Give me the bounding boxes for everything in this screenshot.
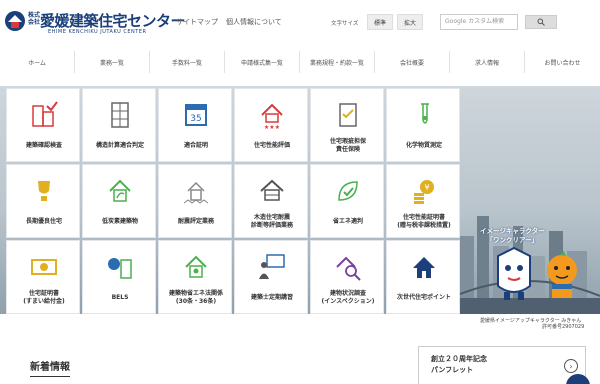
mascot-one-clear-image	[497, 246, 531, 300]
pamphlet-label: 創立２０周年記念 パンフレット	[431, 354, 487, 376]
tile-bels[interactable]: BELS	[82, 240, 156, 314]
svg-text:¥: ¥	[424, 183, 429, 192]
test-tube-icon	[421, 103, 429, 124]
tile-structure[interactable]: 構造計算適合判定	[82, 88, 156, 162]
font-large-button[interactable]: 拡大	[397, 14, 423, 30]
privacy-link[interactable]: 個人情報について	[226, 17, 282, 27]
site-header: 株式 会社 愛媛建築住宅センター EHIME KENCHIKU JUTAKU C…	[0, 0, 600, 44]
clipboard-check-icon	[339, 103, 357, 127]
tile-label: 建築士定期講習	[250, 294, 293, 301]
mascot-mikyan-image	[547, 251, 577, 298]
tile-long-term[interactable]: 長期優良住宅	[6, 164, 80, 238]
tile-label: 長期優良住宅	[25, 218, 62, 225]
nav-company[interactable]: 会社概要	[375, 51, 450, 73]
tile-label: 木造住宅耐震 診断等評価業務	[250, 214, 293, 229]
tile-label: 建築物省エネ法関係 (30条・36条)	[168, 290, 223, 305]
pamphlet-line1: 創立２０周年記念	[431, 355, 487, 363]
tile-wooden-seismic[interactable]: 木造住宅耐震 診断等評価業務	[234, 164, 308, 238]
svg-text:★★★: ★★★	[264, 124, 280, 130]
tile-architect-course[interactable]: 建築士定期講習	[234, 240, 308, 314]
tile-label: 建物状況調査 (インスペクション)	[321, 290, 375, 305]
nav-forms[interactable]: 申請様式集一覧	[225, 51, 300, 73]
eco-house-icon	[109, 179, 131, 202]
tile-energy-saving[interactable]: 省エネ適判	[310, 164, 384, 238]
nav-home[interactable]: ホーム	[0, 51, 75, 73]
lecture-icon	[259, 254, 285, 279]
quake-house-icon	[183, 181, 209, 204]
sitemap-link[interactable]: サイトマップ	[176, 17, 218, 27]
search-input[interactable]: Google カスタム検索	[440, 14, 518, 30]
wooden-house-icon	[260, 179, 284, 201]
tile-label: 住宅性能証明書 (贈与税非課税措置)	[397, 214, 451, 229]
logo-subtitle: EHIME KENCHIKU JUTAKU CENTER	[48, 29, 147, 35]
tile-chemical[interactable]: 化学物質測定	[386, 88, 460, 162]
eco-home-icon	[185, 255, 207, 278]
tile-performance[interactable]: ★★★ 住宅性能評価	[234, 88, 308, 162]
tile-next-gen-points[interactable]: 次世代住宅ポイント	[386, 240, 460, 314]
mascot-caption-line2: 「ワンクリアー」	[486, 236, 539, 244]
next-gen-house-icon	[413, 257, 435, 278]
structure-building-icon	[111, 102, 129, 128]
mascot-caption: イメージキャラクター 「ワンクリアー」	[480, 227, 545, 245]
bels-building-icon	[108, 258, 132, 279]
tile-label: 住宅性能評価	[253, 142, 290, 149]
tile-label: 省エネ適判	[332, 218, 363, 225]
tile-inspection[interactable]: 建物状況調査 (インスペクション)	[310, 240, 384, 314]
tile-label: BELS	[111, 294, 129, 301]
trophy-icon	[38, 181, 50, 201]
tile-label: 住宅証明書 (すまい給付金)	[23, 290, 65, 305]
logo-small-top: 株式	[28, 12, 41, 19]
tile-label: 適合証明	[183, 142, 208, 149]
nav-recruit[interactable]: 求人情報	[450, 51, 525, 73]
nav-rules[interactable]: 業務規程・約款一覧	[300, 51, 375, 73]
yen-bill-icon	[31, 259, 57, 275]
permit-number: 許可番号2907029	[542, 324, 585, 330]
house-stars-icon: ★★★	[261, 103, 283, 130]
tile-label: 低炭素建築物	[101, 218, 138, 225]
tile-label: 化学物質測定	[405, 142, 442, 149]
svg-text:35: 35	[190, 114, 201, 124]
service-tile-grid: 建築確認検査 構造計算適合判定 35 適合証明 ★★★ 住宅性能評価 住宅瑕疵担…	[0, 86, 462, 316]
mascot-caption-line1: イメージキャラクター	[480, 227, 545, 235]
nav-contact[interactable]: お問い合わせ	[525, 51, 600, 73]
logo-icon[interactable]	[4, 10, 26, 32]
nav-fees[interactable]: 手数料一覧	[150, 51, 225, 73]
yen-coins-icon: ¥	[414, 180, 434, 204]
tile-defect-insurance[interactable]: 住宅瑕疵担保 責任保険	[310, 88, 384, 162]
inspection-icon	[336, 256, 361, 281]
anniversary-pamphlet-link[interactable]: 創立２０周年記念 パンフレット ›	[418, 346, 586, 384]
tile-label: 耐震評定業務	[177, 218, 214, 225]
leaf-check-icon	[338, 181, 358, 201]
building-check-icon	[32, 101, 58, 127]
tile-housing-cert[interactable]: 住宅証明書 (すまい給付金)	[6, 240, 80, 314]
logo-title[interactable]: 愛媛建築住宅センター	[40, 10, 186, 31]
calendar-35-icon: 35	[185, 104, 207, 126]
tile-label: 構造計算適合判定	[95, 142, 144, 149]
tile-label: 次世代住宅ポイント	[396, 294, 451, 301]
nav-services[interactable]: 業務一覧	[75, 51, 150, 73]
tile-label: 建築確認検査	[25, 142, 62, 149]
logo-company-type: 株式 会社	[28, 12, 40, 26]
tile-low-carbon[interactable]: 低炭素建築物	[82, 164, 156, 238]
news-heading: 新着情報	[30, 362, 70, 373]
tile-building-check[interactable]: 建築確認検査	[6, 88, 80, 162]
tile-conformity[interactable]: 35 適合証明	[158, 88, 232, 162]
tile-performance-cert[interactable]: ¥ 住宅性能証明書 (贈与税非課税措置)	[386, 164, 460, 238]
chevron-right-icon: ›	[564, 359, 578, 373]
tile-energy-law[interactable]: 建築物省エネ法関係 (30条・36条)	[158, 240, 232, 314]
global-nav: ホーム 業務一覧 手数料一覧 申請様式集一覧 業務規程・約款一覧 会社概要 求人…	[0, 51, 600, 73]
logo-small-bottom: 会社	[28, 19, 41, 26]
news-underline	[30, 376, 70, 377]
font-size-label: 文字サイズ	[331, 21, 359, 27]
font-standard-button[interactable]: 標準	[367, 14, 393, 30]
search-button[interactable]	[525, 15, 557, 29]
search-icon	[537, 18, 545, 26]
pamphlet-line2: パンフレット	[431, 366, 474, 374]
tile-seismic[interactable]: 耐震評定業務	[158, 164, 232, 238]
tile-label: 住宅瑕疵担保 責任保険	[329, 138, 366, 153]
